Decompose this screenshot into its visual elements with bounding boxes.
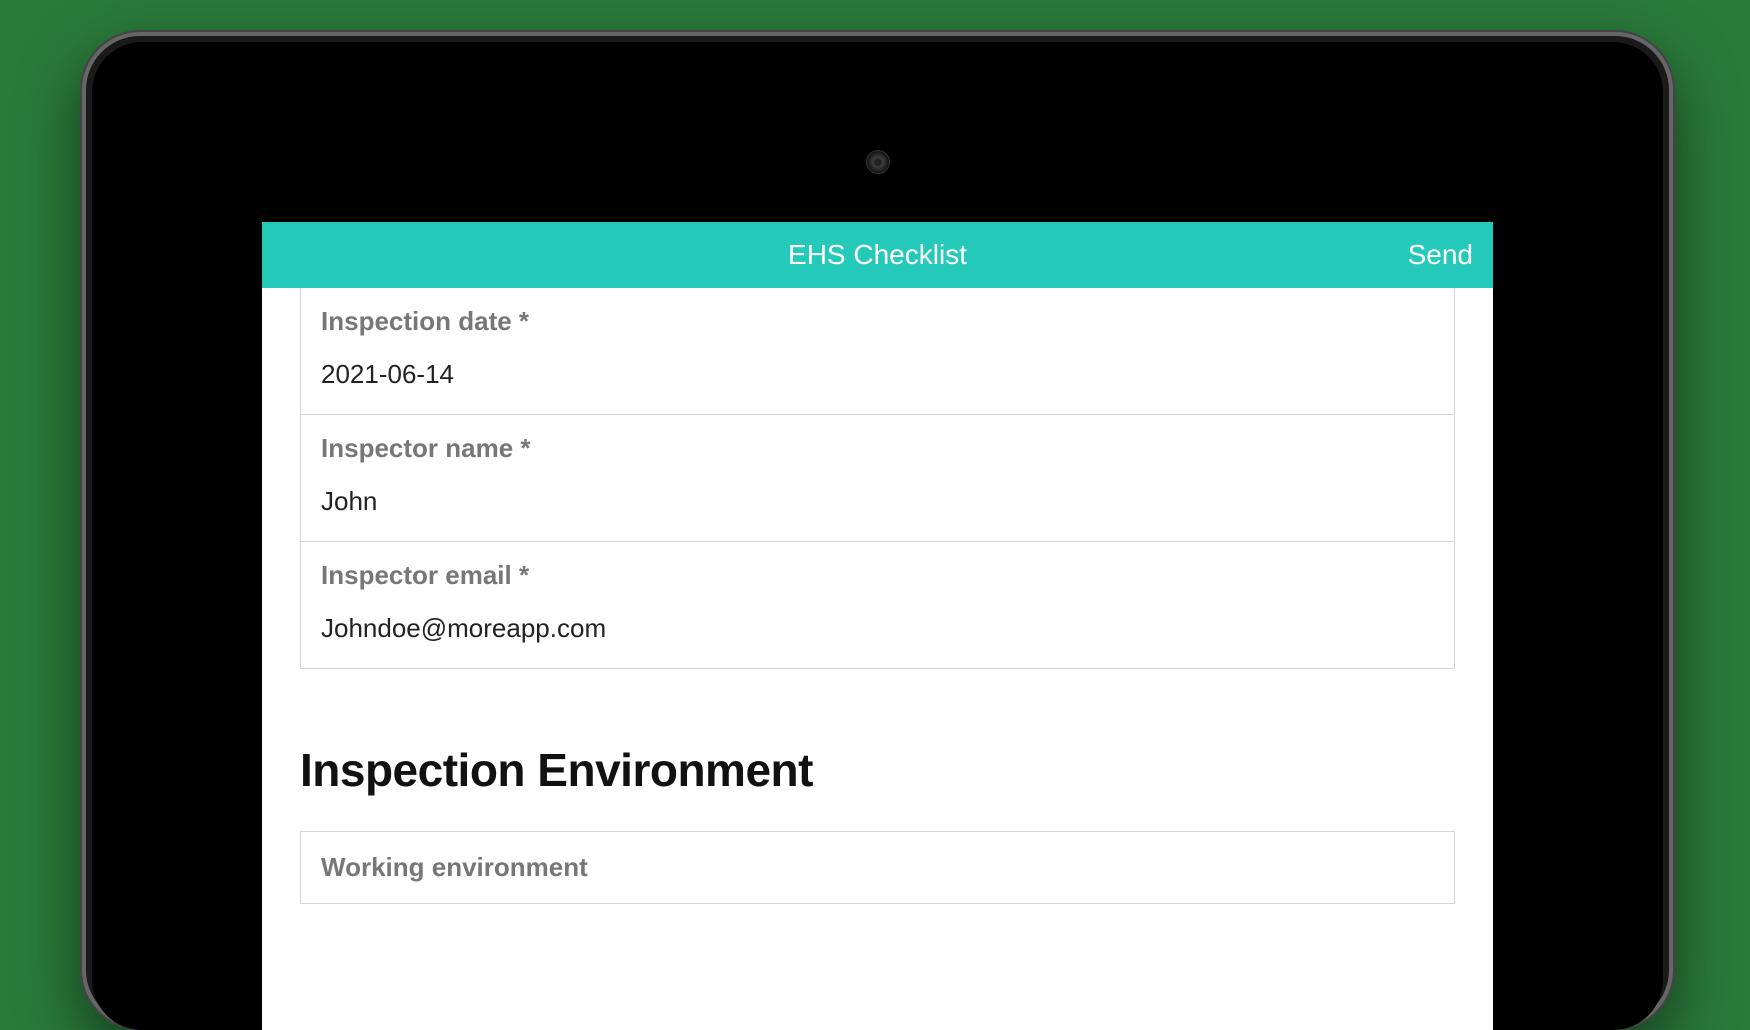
camera-icon <box>866 150 890 174</box>
send-button[interactable]: Send <box>1408 239 1473 271</box>
inspection-details-card: Inspection date * 2021-06-14 Inspector n… <box>300 288 1455 669</box>
working-environment-card[interactable]: Working environment <box>300 831 1455 904</box>
app-header: EHS Checklist Send <box>262 222 1493 288</box>
inspection-date-value: 2021-06-14 <box>321 359 1434 390</box>
app-viewport: EHS Checklist Send Inspection date * 202… <box>262 222 1493 1030</box>
form-content: Inspection date * 2021-06-14 Inspector n… <box>262 288 1493 904</box>
device-screen: EHS Checklist Send Inspection date * 202… <box>162 222 1593 1030</box>
inspector-email-row[interactable]: Inspector email * Johndoe@moreapp.com <box>301 541 1454 668</box>
inspector-name-row[interactable]: Inspector name * John <box>301 414 1454 541</box>
inspector-name-value: John <box>321 486 1434 517</box>
app-title: EHS Checklist <box>788 239 967 271</box>
inspector-email-value: Johndoe@moreapp.com <box>321 613 1434 644</box>
section-heading-inspection-environment: Inspection Environment <box>300 743 1455 797</box>
working-environment-label: Working environment <box>321 852 1434 883</box>
tablet-frame: EHS Checklist Send Inspection date * 202… <box>80 30 1675 1030</box>
inspection-date-row[interactable]: Inspection date * 2021-06-14 <box>301 288 1454 414</box>
tablet-bezel: EHS Checklist Send Inspection date * 202… <box>92 42 1663 1030</box>
inspector-email-label: Inspector email * <box>321 560 1434 591</box>
inspection-date-label: Inspection date * <box>321 306 1434 337</box>
inspector-name-label: Inspector name * <box>321 433 1434 464</box>
